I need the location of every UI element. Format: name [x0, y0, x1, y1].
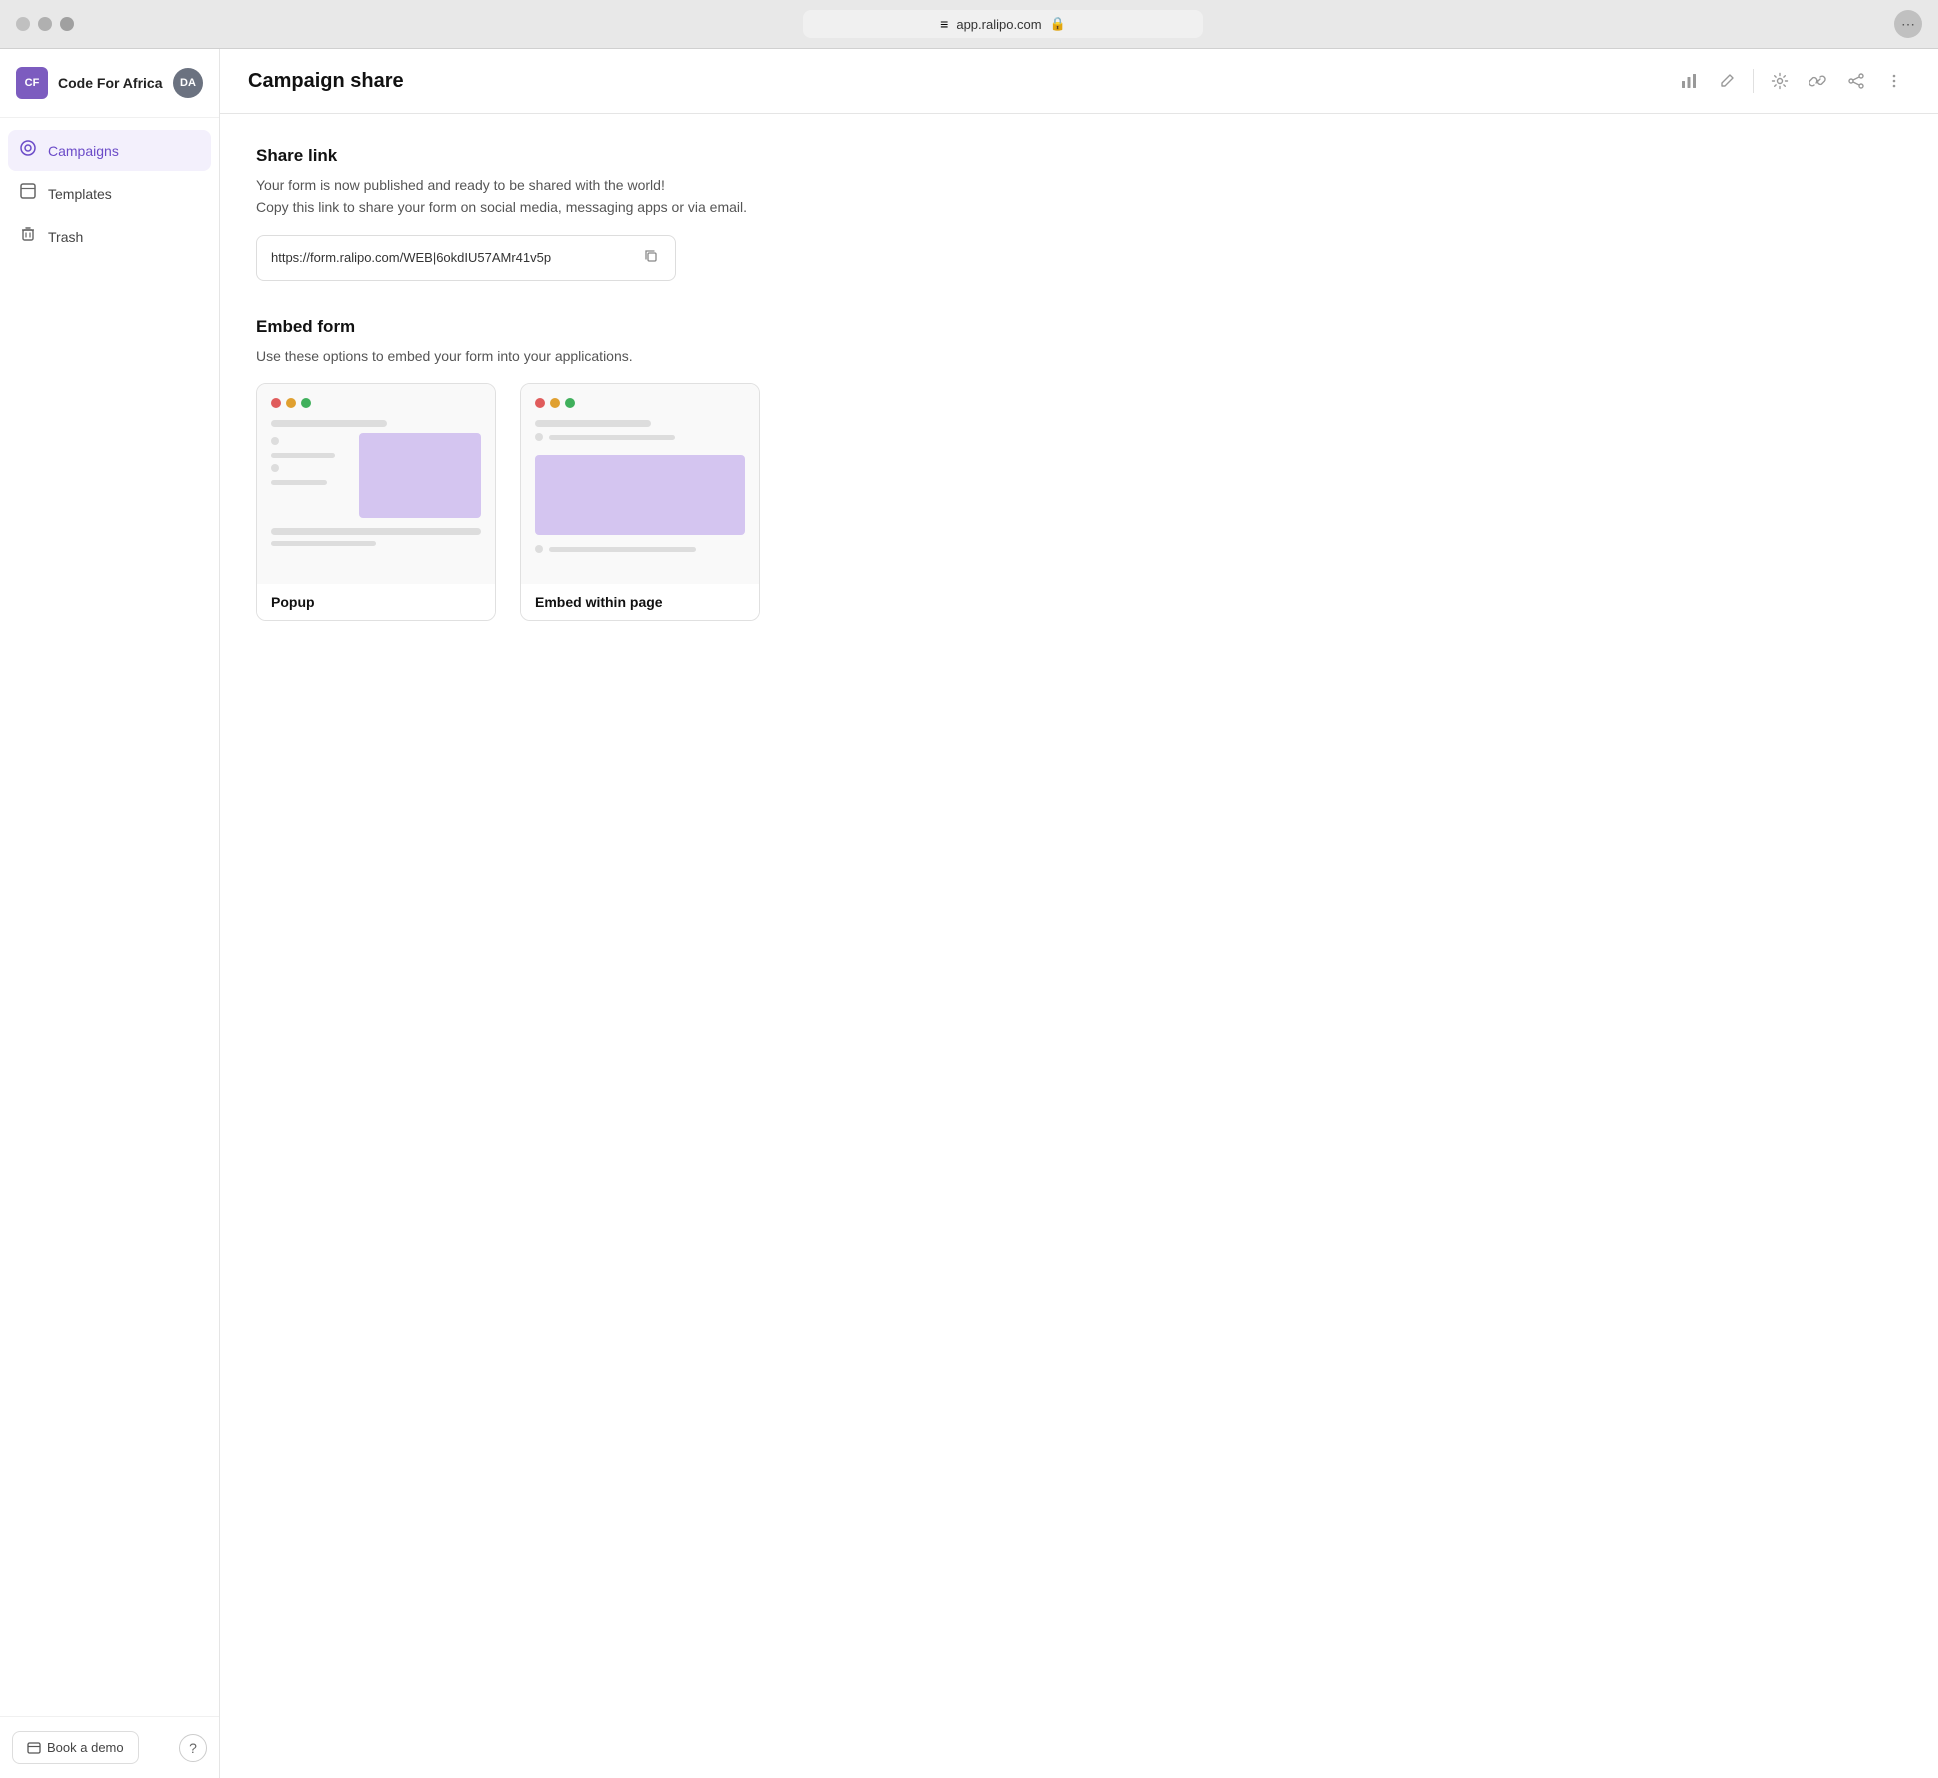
- help-button[interactable]: ?: [179, 1734, 207, 1762]
- browser-chrome: ≡ app.ralipo.com 🔒 ⋯: [0, 0, 1938, 49]
- copy-link-button[interactable]: [641, 246, 661, 270]
- embed-form-section: Embed form Use these options to embed yo…: [256, 317, 1902, 621]
- dot-red-2: [535, 398, 545, 408]
- share-link-description: Your form is now published and ready to …: [256, 174, 1902, 219]
- embed-page-dot2: [535, 545, 543, 553]
- embed-page-dot: [535, 433, 543, 441]
- popup-sidebar-dot: [271, 437, 279, 445]
- edit-button[interactable]: [1711, 65, 1743, 97]
- share-desc-line1: Your form is now published and ready to …: [256, 177, 665, 193]
- sidebar-nav: Campaigns Templates: [0, 118, 219, 1716]
- link-icon: [1809, 72, 1827, 90]
- edit-icon: [1719, 73, 1735, 89]
- user-avatar[interactable]: DA: [173, 68, 203, 98]
- popup-modal-area: [359, 433, 481, 518]
- preview-line: [271, 453, 335, 458]
- dot-red: [271, 398, 281, 408]
- embed-page-row: [535, 433, 745, 441]
- link-button[interactable]: [1802, 65, 1834, 97]
- embed-form-title: Embed form: [256, 317, 1902, 337]
- sidebar-item-trash[interactable]: Trash: [8, 216, 211, 257]
- topbar-actions: [1673, 65, 1910, 97]
- dot-yellow: [286, 398, 296, 408]
- preview-line-ep2: [549, 435, 675, 440]
- share-button[interactable]: [1840, 65, 1872, 97]
- embed-page-bottom: [535, 545, 745, 553]
- campaigns-icon: [18, 139, 38, 162]
- content-area: Share link Your form is now published an…: [220, 114, 1938, 1778]
- preview-line: [271, 541, 376, 546]
- copy-icon: [643, 248, 659, 264]
- dot-yellow-2: [550, 398, 560, 408]
- embed-page-dots: [535, 398, 745, 408]
- browser-menu-button[interactable]: ⋯: [1894, 10, 1922, 38]
- page-title: Campaign share: [248, 70, 404, 93]
- popup-dots: [271, 398, 481, 408]
- org-name: Code For Africa: [58, 75, 163, 91]
- embed-card-within-page[interactable]: Embed within page: [520, 383, 760, 621]
- sidebar: CF Code For Africa DA Campaigns: [0, 49, 220, 1778]
- more-button[interactable]: [1878, 65, 1910, 97]
- topbar-divider: [1753, 69, 1754, 93]
- popup-modal-block: [359, 433, 481, 518]
- embed-card-popup-label: Popup: [257, 584, 495, 620]
- sidebar-item-label-campaigns: Campaigns: [48, 143, 119, 159]
- sidebar-item-templates[interactable]: Templates: [8, 173, 211, 214]
- traffic-light-yellow: [38, 17, 52, 31]
- chart-button[interactable]: [1673, 65, 1705, 97]
- share-link-title: Share link: [256, 146, 1902, 166]
- settings-button[interactable]: [1764, 65, 1796, 97]
- preview-line-ep3: [549, 547, 696, 552]
- dot-green: [301, 398, 311, 408]
- share-icon: [1847, 72, 1865, 90]
- more-icon: [1885, 72, 1903, 90]
- popup-bottom: [271, 528, 481, 546]
- embed-card-popup[interactable]: Popup: [256, 383, 496, 621]
- org-avatar: CF: [16, 67, 48, 99]
- sidebar-footer: Book a demo ?: [0, 1716, 219, 1778]
- main-content: Campaign share: [220, 49, 1938, 1778]
- templates-icon: [18, 182, 38, 205]
- sidebar-item-label-trash: Trash: [48, 229, 83, 245]
- popup-sidebar-dot2: [271, 464, 279, 472]
- sidebar-item-label-templates: Templates: [48, 186, 112, 202]
- traffic-light-green: [60, 17, 74, 31]
- traffic-lights: [16, 17, 74, 31]
- book-demo-icon: [27, 1741, 41, 1755]
- preview-line: [271, 528, 481, 535]
- org-info: CF Code For Africa: [16, 67, 163, 99]
- popup-preview: [257, 384, 495, 584]
- embed-form-description: Use these options to embed your form int…: [256, 345, 1902, 367]
- dot-green-2: [565, 398, 575, 408]
- lock-icon: 🔒: [1050, 16, 1066, 32]
- sidebar-item-campaigns[interactable]: Campaigns: [8, 130, 211, 171]
- address-text: app.ralipo.com: [956, 17, 1041, 32]
- share-link-section: Share link Your form is now published an…: [256, 146, 1902, 281]
- chart-icon: [1680, 72, 1698, 90]
- app-container: CF Code For Africa DA Campaigns: [0, 49, 1938, 1778]
- sidebar-header: CF Code For Africa DA: [0, 49, 219, 118]
- embed-options: Popup: [256, 383, 1902, 621]
- settings-icon: [1771, 72, 1789, 90]
- share-desc-line2: Copy this link to share your form on soc…: [256, 199, 747, 215]
- book-demo-label: Book a demo: [47, 1740, 124, 1755]
- address-bar[interactable]: ≡ app.ralipo.com 🔒: [803, 10, 1203, 38]
- preview-line: [271, 420, 387, 427]
- trash-icon: [18, 225, 38, 248]
- topbar: Campaign share: [220, 49, 1938, 114]
- traffic-light-red: [16, 17, 30, 31]
- book-demo-button[interactable]: Book a demo: [12, 1731, 139, 1764]
- preview-line: [271, 480, 327, 485]
- ralipo-icon: ≡: [940, 16, 948, 32]
- embed-card-within-page-label: Embed within page: [521, 584, 759, 620]
- embed-page-preview: [521, 384, 759, 584]
- share-link-box: https://form.ralipo.com/WEB|6okdIU57AMr4…: [256, 235, 676, 281]
- preview-line-ep: [535, 420, 651, 427]
- embed-page-block: [535, 455, 745, 535]
- help-icon: ?: [189, 1740, 197, 1756]
- share-url: https://form.ralipo.com/WEB|6okdIU57AMr4…: [271, 250, 633, 265]
